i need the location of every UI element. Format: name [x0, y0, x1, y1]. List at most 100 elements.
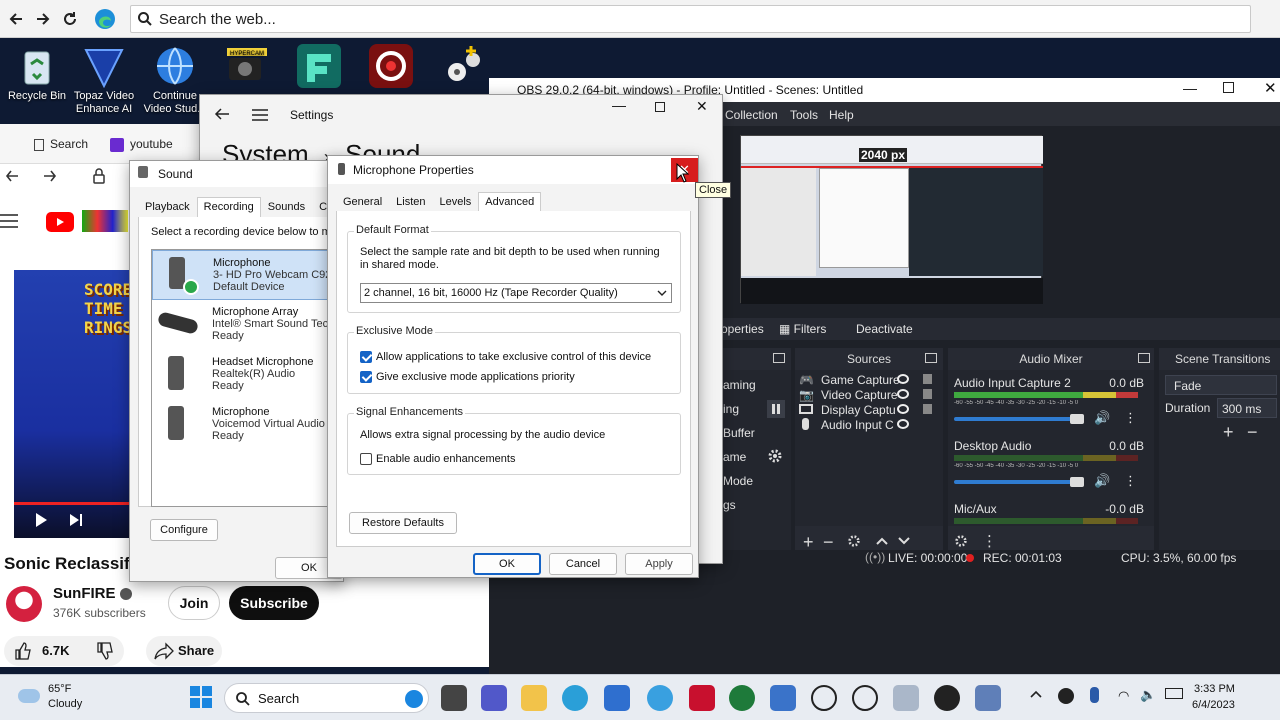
store-icon[interactable]	[604, 685, 630, 711]
hypercam-shortcut[interactable]: HYPERCAM	[210, 44, 284, 90]
apply-button[interactable]: Apply	[625, 553, 693, 575]
menu-tools[interactable]: Tools	[790, 108, 818, 122]
volume-icon[interactable]: 🔈	[1140, 687, 1156, 703]
lock-icon[interactable]	[923, 374, 932, 384]
device-item[interactable]: Microphone Voicemod Virtual Audio Ready	[152, 400, 330, 450]
control-recording[interactable]: ing	[723, 402, 739, 416]
address-bar[interactable]	[130, 5, 1251, 33]
eye-icon[interactable]	[897, 419, 909, 429]
exclusive-priority-option[interactable]: Give exclusive mode applications priorit…	[360, 371, 575, 384]
battery-icon[interactable]	[1165, 688, 1183, 699]
task-view-icon[interactable]	[441, 685, 467, 711]
app-icon[interactable]	[770, 685, 796, 711]
deactivate-button[interactable]: Deactivate	[856, 322, 913, 336]
clock-time[interactable]: 3:33 PM	[1194, 683, 1235, 695]
device-item[interactable]: Microphone Array Intel® Smart Sound Tec …	[152, 300, 330, 350]
control-virtual-camera[interactable]: ame	[723, 450, 746, 464]
gear-icon[interactable]	[767, 448, 783, 464]
control-start-streaming[interactable]: aming	[723, 378, 756, 392]
forward-button[interactable]	[29, 5, 57, 33]
share-button[interactable]: Share	[146, 636, 222, 666]
mcafee-icon[interactable]	[689, 685, 715, 711]
source-item[interactable]: Audio Input C	[797, 417, 941, 432]
obs-preview[interactable]: 2040 px	[740, 135, 1043, 304]
tab-search[interactable]: Search	[34, 137, 88, 151]
bing-icon[interactable]	[405, 690, 423, 708]
undock-icon[interactable]	[1138, 353, 1150, 363]
tab-levels[interactable]: Levels	[433, 192, 479, 212]
tab-sounds[interactable]: Sounds	[261, 197, 312, 217]
chevron-up-icon[interactable]	[1030, 689, 1042, 701]
youtube-logo-icon[interactable]	[46, 212, 74, 232]
video-player[interactable]: SCORE TIME RINGS	[14, 270, 132, 538]
avatar[interactable]	[6, 586, 42, 622]
minimize-button[interactable]: —	[612, 97, 626, 113]
source-item[interactable]: 🎮 Game Capture	[797, 372, 941, 387]
edge-profile-button[interactable]	[88, 5, 122, 33]
hamburger-menu-icon[interactable]	[252, 109, 268, 121]
volume-slider[interactable]	[954, 417, 1076, 421]
app-icon[interactable]	[647, 685, 673, 711]
lock-icon[interactable]	[923, 389, 932, 399]
search-input[interactable]	[159, 10, 1239, 28]
cancel-button[interactable]: Cancel	[549, 553, 617, 575]
back-button[interactable]	[2, 5, 30, 33]
transition-select[interactable]: Fade	[1165, 375, 1277, 395]
wifi-icon[interactable]: ◠	[1118, 688, 1129, 704]
restore-defaults-button[interactable]: Restore Defaults	[349, 512, 457, 534]
close-button[interactable]: ✕	[696, 98, 708, 115]
app-icon[interactable]	[893, 685, 919, 711]
pause-icon[interactable]	[767, 400, 785, 418]
remove-transition-icon[interactable]: −	[1247, 422, 1258, 443]
tab-advanced[interactable]: Advanced	[478, 192, 542, 213]
obs-icon[interactable]	[811, 685, 837, 711]
channel-name[interactable]: SunFIRE	[53, 585, 116, 602]
eye-icon[interactable]	[897, 374, 909, 384]
properties-button[interactable]: operties	[721, 322, 764, 336]
device-item[interactable]: Headset Microphone Realtek(R) Audio Read…	[152, 350, 330, 400]
yt-forward-button[interactable]	[42, 168, 58, 184]
edge-icon[interactable]	[562, 685, 588, 711]
more-options-icon[interactable]: ⋮	[982, 532, 997, 550]
lock-icon[interactable]	[923, 404, 932, 414]
teams-icon[interactable]	[481, 685, 507, 711]
gear-icon[interactable]	[847, 534, 861, 548]
record-app-icon[interactable]	[934, 685, 960, 711]
speaker-icon[interactable]: 🔊	[1094, 473, 1110, 489]
clock-date[interactable]: 6/4/2023	[1192, 699, 1235, 711]
tab-youtube[interactable]: youtube	[110, 137, 173, 152]
filters-button[interactable]: ▦ Filters	[779, 322, 826, 336]
source-item[interactable]: Display Captu	[797, 402, 941, 417]
play-icon[interactable]	[34, 512, 48, 528]
chevron-up-icon[interactable]	[875, 534, 889, 548]
tab-listen[interactable]: Listen	[389, 192, 432, 212]
progress-bar[interactable]	[14, 502, 129, 505]
eye-icon[interactable]	[897, 404, 909, 414]
slider-knob[interactable]	[1070, 477, 1084, 487]
topaz-shortcut[interactable]: Topaz Video Enhance AI	[67, 44, 141, 116]
enable-enhancements-option[interactable]: Enable audio enhancements	[360, 453, 515, 466]
hamburger-menu-icon[interactable]	[0, 214, 18, 228]
format-select[interactable]: 2 channel, 16 bit, 16000 Hz (Tape Record…	[360, 283, 672, 303]
filmora-shortcut[interactable]	[282, 44, 356, 90]
maximize-button[interactable]	[655, 102, 665, 112]
undock-icon[interactable]	[925, 353, 937, 363]
tab-general[interactable]: General	[336, 192, 389, 212]
recycle-bin-shortcut[interactable]: Recycle Bin	[0, 44, 74, 103]
control-replay-buffer[interactable]: Buffer	[723, 426, 755, 440]
menu-collection[interactable]: Collection	[725, 108, 778, 122]
settings-app-icon[interactable]	[975, 685, 1001, 711]
microphone-icon[interactable]	[1090, 687, 1099, 703]
device-item[interactable]: Microphone 3- HD Pro Webcam C920 Default…	[152, 250, 338, 300]
configure-button[interactable]: Configure	[150, 519, 218, 541]
ok-button[interactable]: OK	[473, 553, 541, 575]
tab-recording[interactable]: Recording	[196, 197, 261, 218]
control-studio-mode[interactable]: Mode	[723, 474, 753, 488]
slider-knob[interactable]	[1070, 414, 1084, 424]
eye-icon[interactable]	[897, 389, 909, 399]
xbox-icon[interactable]	[729, 685, 755, 711]
thumbs-up-icon[interactable]	[14, 642, 32, 660]
tab-playback[interactable]: Playback	[138, 197, 197, 217]
maximize-button[interactable]	[1223, 82, 1234, 93]
exclusive-control-checkbox[interactable]	[360, 351, 372, 364]
